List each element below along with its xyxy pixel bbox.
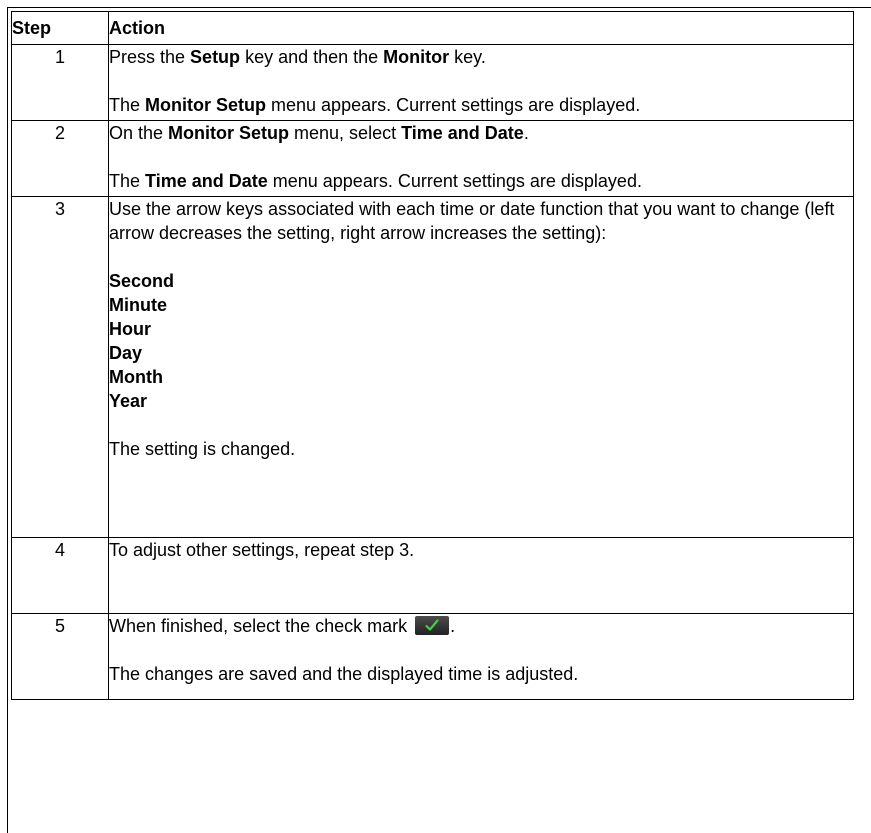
action-line: To adjust other settings, repeat step 3. <box>109 540 415 560</box>
action-cell: To adjust other settings, repeat step 3. <box>108 537 854 614</box>
action-line: On the Monitor Setup menu, select Time a… <box>109 121 853 145</box>
procedure-table: Step Action 1 Press the Setup key and th… <box>11 11 854 700</box>
action-line: The Monitor Setup menu appears. Current … <box>109 93 853 117</box>
text: When finished, select the check mark <box>109 616 413 636</box>
table-row: 2 On the Monitor Setup menu, select Time… <box>11 120 854 197</box>
list-item: Hour <box>109 319 151 339</box>
text: key. <box>449 47 486 67</box>
action-line: The Time and Date menu appears. Current … <box>109 169 853 193</box>
table-row: 4 To adjust other settings, repeat step … <box>11 537 854 614</box>
action-cell: On the Monitor Setup menu, select Time a… <box>108 120 854 197</box>
action-line: The changes are saved and the displayed … <box>109 664 579 684</box>
table-header-row: Step Action <box>11 11 854 45</box>
action-line: Press the Setup key and then the Monitor… <box>109 45 853 69</box>
list-item: Second <box>109 271 175 291</box>
bold-term: Time and Date <box>145 171 268 191</box>
list-item: Year <box>109 391 148 411</box>
step-number: 5 <box>11 613 109 700</box>
table-row: 1 Press the Setup key and then the Monit… <box>11 44 854 121</box>
time-function-list: Second Minute Hour Day Month Year <box>109 269 853 413</box>
header-step: Step <box>11 11 109 45</box>
step-number: 2 <box>11 120 109 197</box>
step-number: 1 <box>11 44 109 121</box>
list-item: Month <box>109 367 163 387</box>
text: . <box>523 123 529 143</box>
text: menu appears. Current settings are displ… <box>266 95 641 115</box>
text: key and then the <box>240 47 384 67</box>
action-line: When finished, select the check mark . <box>109 614 853 638</box>
bold-term: Monitor <box>383 47 450 67</box>
text: The <box>109 171 146 191</box>
header-action: Action <box>108 11 854 45</box>
table-row: 5 When finished, select the check mark .… <box>11 613 854 700</box>
bold-term: Monitor Setup <box>145 95 267 115</box>
step-number: 3 <box>11 196 109 538</box>
step-number: 4 <box>11 537 109 614</box>
check-mark-icon <box>415 616 450 635</box>
action-cell: When finished, select the check mark . T… <box>108 613 854 700</box>
action-intro: Use the arrow keys associated with each … <box>109 199 835 243</box>
text: On the <box>109 123 169 143</box>
bold-term: Time and Date <box>401 123 524 143</box>
action-cell: Use the arrow keys associated with each … <box>108 196 854 538</box>
action-cell: Press the Setup key and then the Monitor… <box>108 44 854 121</box>
list-item: Day <box>109 343 143 363</box>
bold-term: Setup <box>190 47 241 67</box>
text: The <box>109 95 146 115</box>
table-row: 3 Use the arrow keys associated with eac… <box>11 196 854 538</box>
text: menu appears. Current settings are displ… <box>267 171 642 191</box>
bold-term: Monitor Setup <box>168 123 290 143</box>
text: menu, select <box>289 123 402 143</box>
text: . <box>450 616 456 636</box>
text: Press the <box>109 47 191 67</box>
action-result: The setting is changed. <box>109 439 296 459</box>
list-item: Minute <box>109 295 167 315</box>
